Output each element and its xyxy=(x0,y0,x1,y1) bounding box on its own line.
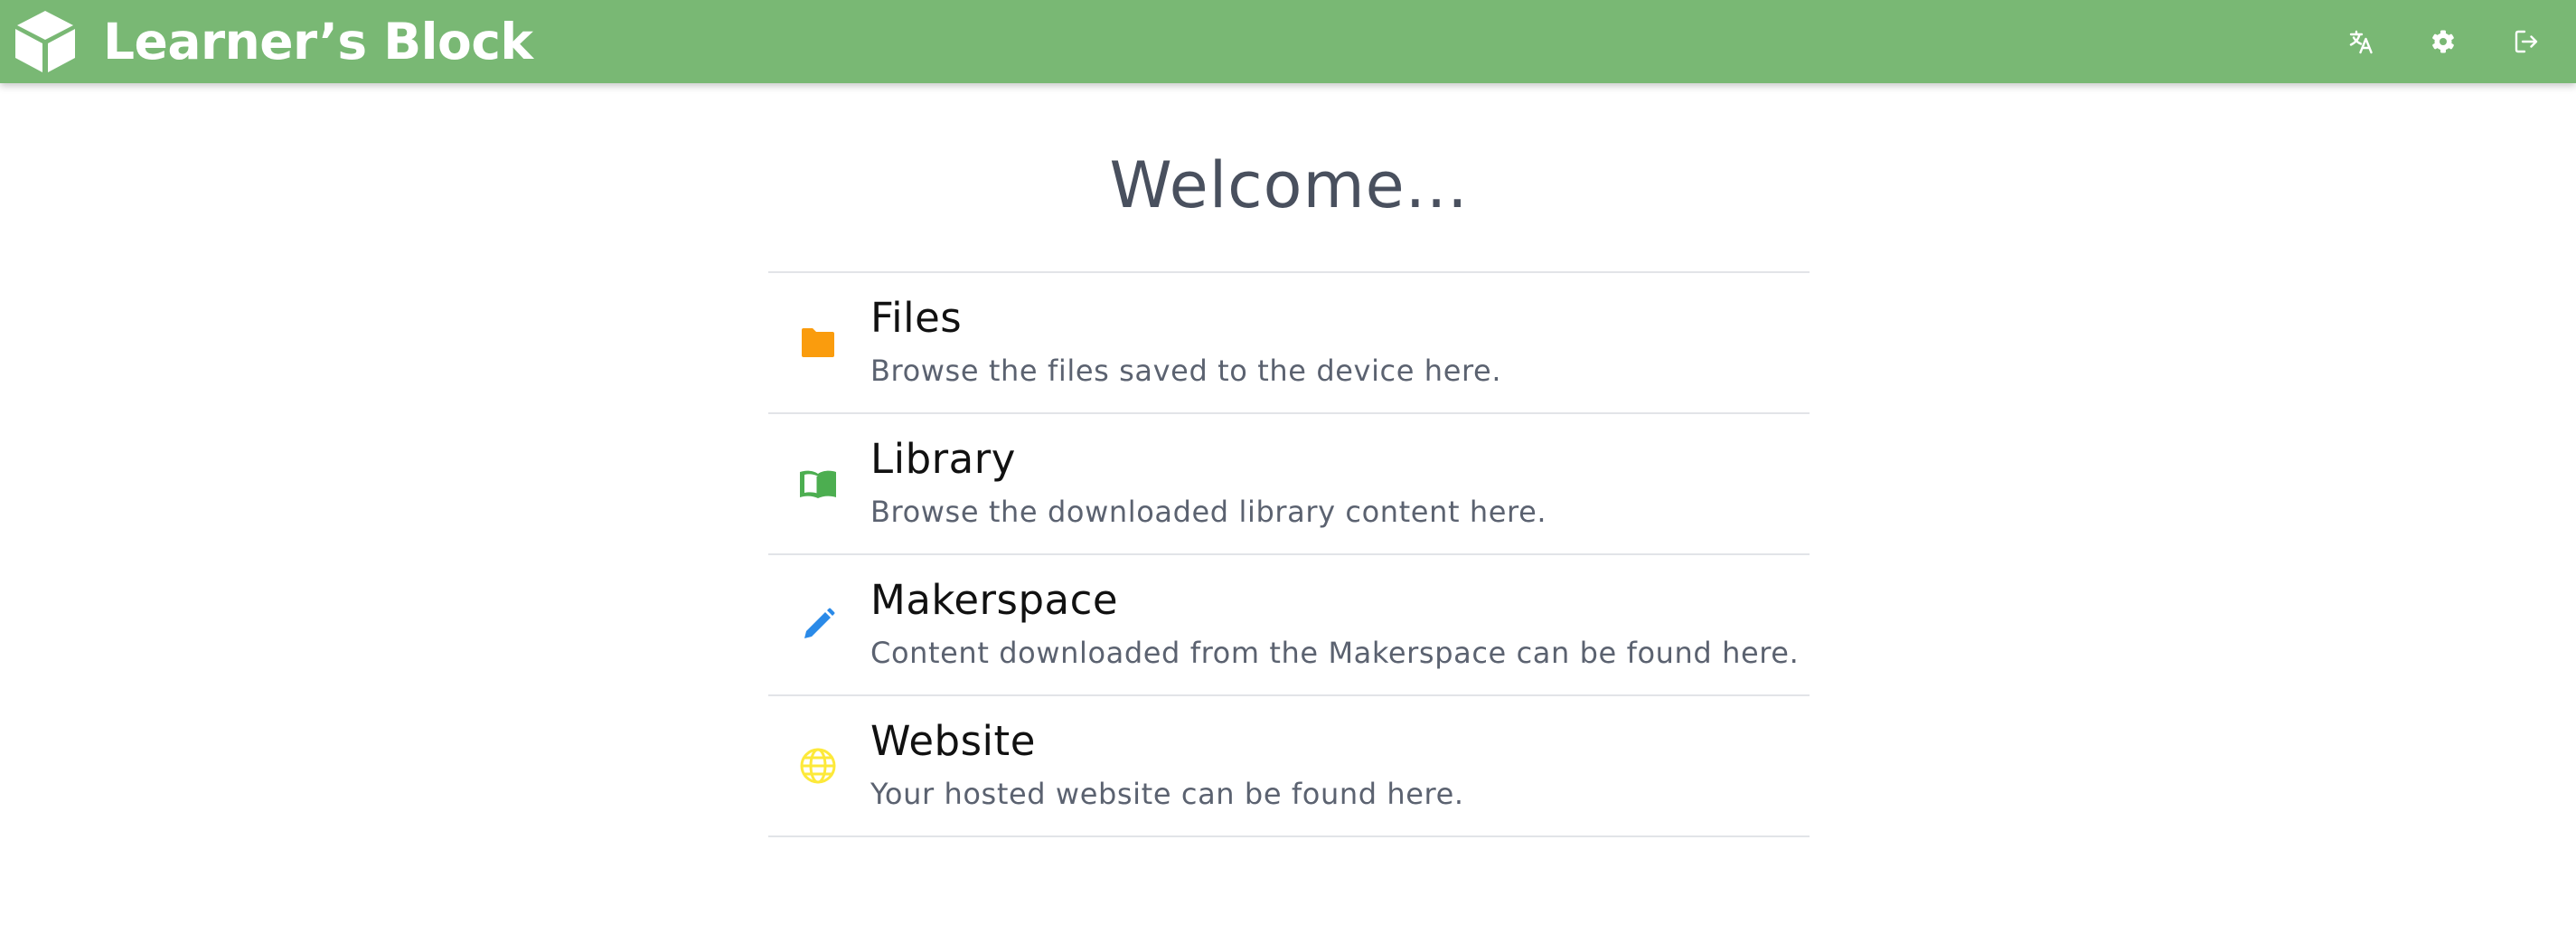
menu-item-description: Content downloaded from the Makerspace c… xyxy=(870,636,1800,670)
gear-icon xyxy=(2430,29,2456,54)
menu-item-files[interactable]: Files Browse the files saved to the devi… xyxy=(768,273,1810,414)
app-title: Learner’s Block xyxy=(103,12,533,71)
menu-item-title: Website xyxy=(870,717,1036,765)
settings-button[interactable] xyxy=(2421,19,2466,64)
menu-item-website[interactable]: Website Your hosted website can be found… xyxy=(768,696,1810,837)
pencil-icon xyxy=(797,604,839,646)
page-title: Welcome... xyxy=(1109,148,1469,222)
menu-item-title: Files xyxy=(870,294,963,342)
logout-button[interactable] xyxy=(2504,19,2549,64)
logout-icon xyxy=(2514,29,2539,54)
main-menu: Files Browse the files saved to the devi… xyxy=(768,271,1810,837)
translate-button[interactable] xyxy=(2338,19,2383,64)
menu-item-description: Browse the downloaded library content he… xyxy=(870,495,1547,529)
menu-item-title: Library xyxy=(870,435,1016,483)
menu-item-library[interactable]: Library Browse the downloaded library co… xyxy=(768,414,1810,555)
translate-icon xyxy=(2348,29,2374,54)
brand[interactable]: Learner’s Block xyxy=(14,5,533,78)
menu-item-description: Browse the files saved to the device her… xyxy=(870,354,1502,388)
menu-item-description: Your hosted website can be found here. xyxy=(870,777,1464,811)
folder-icon xyxy=(797,322,839,363)
book-icon xyxy=(797,463,839,505)
top-app-bar: Learner’s Block xyxy=(0,0,2576,83)
menu-item-makerspace[interactable]: Makerspace Content downloaded from the M… xyxy=(768,555,1810,696)
menu-item-title: Makerspace xyxy=(870,576,1119,624)
cube-icon xyxy=(14,9,76,74)
top-actions xyxy=(2305,0,2576,83)
globe-icon xyxy=(797,745,839,787)
